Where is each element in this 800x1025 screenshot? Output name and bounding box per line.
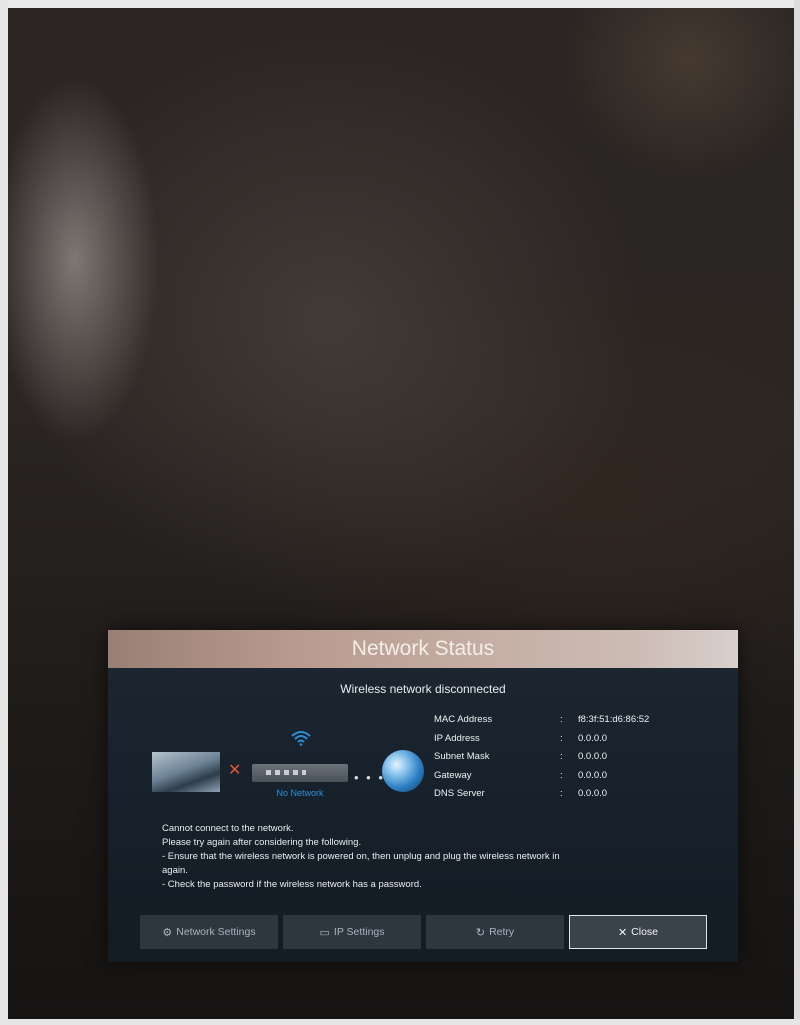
message-line: - Ensure that the wireless network is po… (162, 851, 560, 862)
info-separator: : (560, 769, 563, 781)
retry-label: Retry (489, 926, 515, 938)
close-icon: ✕ (617, 926, 628, 939)
dialog-title: Network Status (108, 630, 738, 668)
refresh-icon: ↻ (475, 926, 486, 939)
message-line: again. (162, 865, 188, 876)
tv-thumbnail (152, 752, 220, 792)
ip-icon: ▭ (319, 926, 330, 939)
info-separator: : (560, 788, 563, 799)
info-label: IP Address (434, 732, 480, 744)
info-value: 0.0.0.0 (578, 751, 608, 762)
info-row-ip: IP Address : 0.0.0.0 (434, 733, 714, 752)
network-status-dialog: Network Status Wireless network disconne… (108, 630, 738, 962)
info-row-mac: MAC Address : f8:3f:51:d6:86:52 (434, 714, 714, 733)
info-value: 0.0.0.0 (578, 769, 608, 781)
gear-icon: ⚙ (162, 926, 173, 939)
info-value: f8:3f:51:d6:86:52 (578, 714, 650, 725)
ip-settings-button[interactable]: ▭ IP Settings (283, 915, 421, 949)
monitor-bezel-left (0, 0, 8, 1025)
router-status-label: No Network (276, 788, 324, 798)
info-label: DNS Server (434, 788, 485, 799)
network-settings-label: Network Settings (176, 926, 256, 938)
message-line: - Check the password if the wireless net… (162, 879, 422, 890)
info-label: MAC Address (434, 714, 493, 725)
wifi-icon (291, 731, 311, 746)
router-icon (252, 764, 348, 782)
monitor-bezel-right (794, 0, 800, 1025)
info-label: Subnet Mask (434, 751, 490, 762)
ip-settings-label: IP Settings (333, 926, 385, 938)
message-line: Cannot connect to the network. (162, 823, 294, 834)
close-label: Close (631, 926, 659, 938)
info-row-dns: DNS Server : 0.0.0.0 (434, 788, 714, 807)
connection-dots: • • • (354, 770, 385, 785)
monitor-bezel-top (0, 0, 800, 8)
network-info-table: MAC Address : f8:3f:51:d6:86:52 IP Addre… (434, 714, 714, 807)
network-settings-button[interactable]: ⚙ Network Settings (140, 915, 278, 949)
info-separator: : (560, 732, 563, 744)
info-value: 0.0.0.0 (578, 788, 608, 799)
network-diagram: ✕ No Network • • • (152, 730, 442, 810)
globe-icon (382, 750, 424, 792)
x-mark-icon: ✕ (228, 762, 242, 779)
info-separator: : (560, 751, 563, 762)
troubleshooting-message: Cannot connect to the network. Please tr… (162, 822, 702, 892)
info-row-gateway: Gateway : 0.0.0.0 (434, 770, 714, 789)
dialog-button-bar: ⚙ Network Settings ▭ IP Settings ↻ Retry… (140, 915, 708, 949)
retry-button[interactable]: ↻ Retry (426, 915, 564, 949)
monitor-bezel-bottom (0, 1019, 800, 1025)
message-line: Please try again after considering the f… (162, 837, 362, 848)
info-label: Gateway (434, 769, 472, 781)
connection-status-text: Wireless network disconnected (340, 682, 506, 696)
info-value: 0.0.0.0 (578, 732, 608, 744)
info-row-subnet: Subnet Mask : 0.0.0.0 (434, 751, 714, 770)
info-separator: : (560, 714, 563, 725)
close-button[interactable]: ✕ Close (569, 915, 707, 949)
